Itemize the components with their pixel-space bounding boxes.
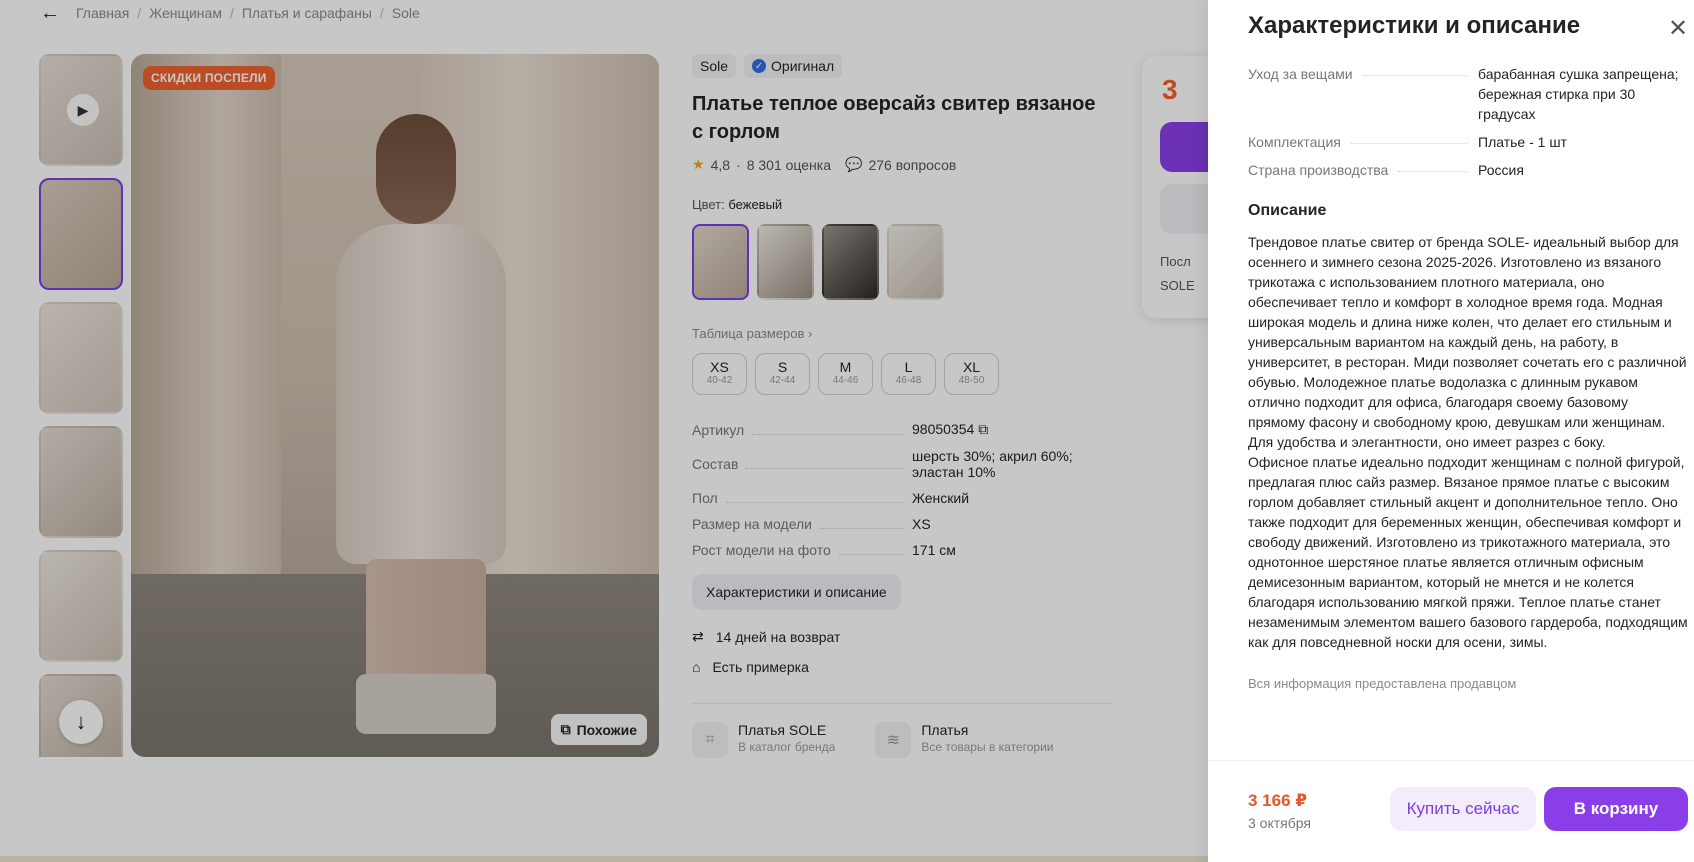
drawer-footer: 3 166 ₽ 3 октября Купить сейчас В корзин… [1208,760,1694,862]
drawer-spec-key: Уход за вещами [1248,66,1353,82]
add-to-cart-button[interactable]: В корзину [1544,787,1688,831]
drawer-spec-row: Комплектация Платье - 1 шт [1248,132,1688,152]
drawer-spec-row: Страна производства Россия [1248,160,1688,180]
drawer-content[interactable]: Уход за вещами барабанная сушка запрещена… [1248,64,1688,756]
drawer-spec-key: Комплектация [1248,134,1341,150]
drawer-spec-value: Россия [1478,162,1524,178]
close-icon[interactable]: ✕ [1668,14,1688,43]
buy-now-button[interactable]: Купить сейчас [1390,787,1536,831]
characteristics-drawer: Характеристики и описание ✕ Уход за веща… [1208,0,1694,862]
description-text: Трендовое платье свитер от бренда SOLE- … [1248,234,1688,650]
seller-note: Вся информация предоставлена продавцом [1248,676,1517,691]
drawer-spec-value: Платье - 1 шт [1478,134,1567,150]
description-heading: Описание [1248,202,1327,219]
drawer-price: 3 166 ₽ [1248,791,1308,810]
drawer-spec-row: Уход за вещами барабанная сушка запрещена… [1248,64,1688,124]
delivery-date: 3 октября [1248,815,1311,831]
drawer-spec-value: барабанная сушка запрещена; бережная сти… [1478,66,1679,122]
drawer-spec-key: Страна производства [1248,162,1389,178]
drawer-title: Характеристики и описание [1248,12,1581,39]
